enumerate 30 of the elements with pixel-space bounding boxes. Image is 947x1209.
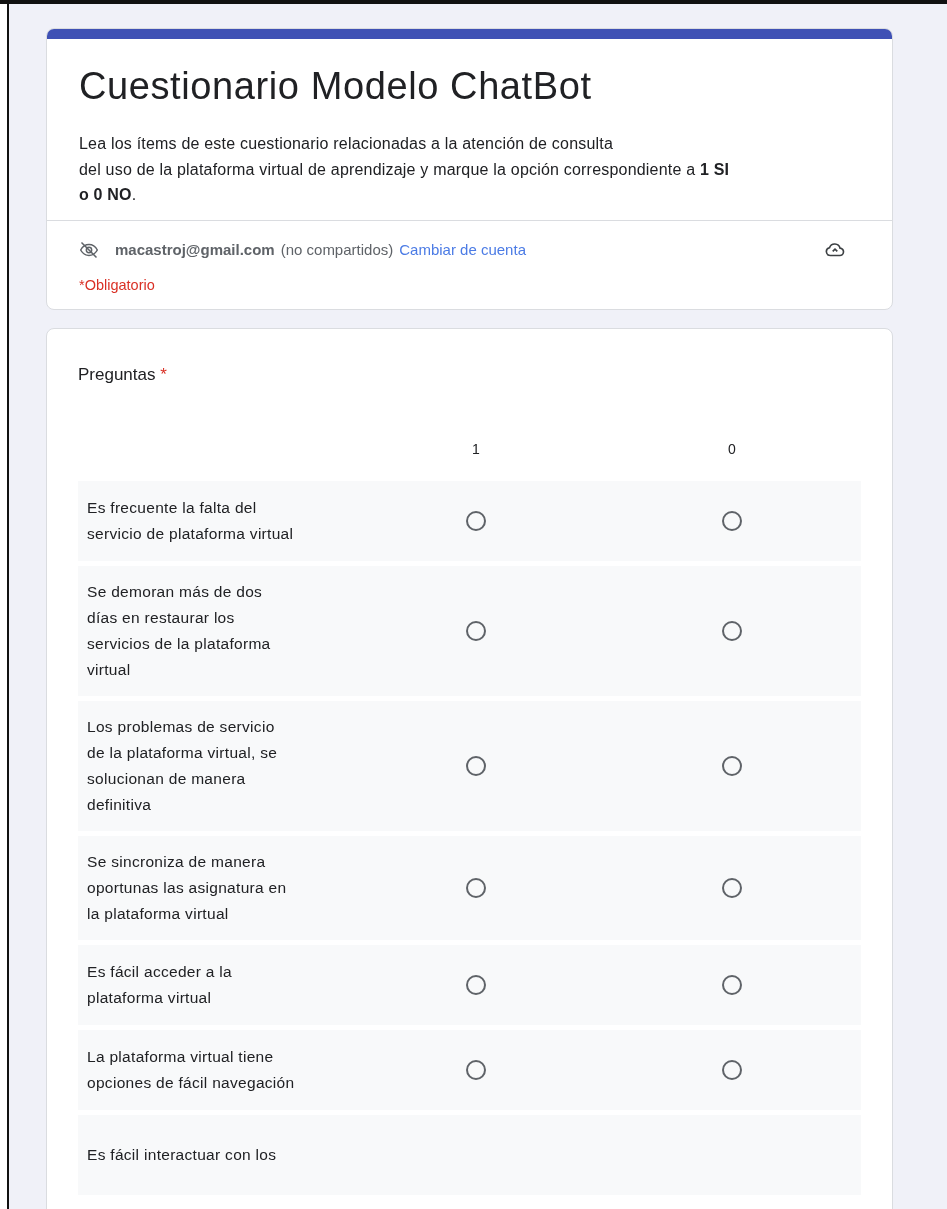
sharing-note: (no compartidos) [280,241,394,258]
row-label: Es frecuente la falta del servicio de plataforma virtual [86,497,295,544]
question-title: Preguntas [78,364,156,384]
radio-button[interactable] [722,974,742,995]
radio-button[interactable] [722,1059,742,1080]
radio-button[interactable] [722,877,742,898]
required-note: *Obligatorio [79,276,156,293]
row-label: Los problemas de servicio de la plataforma virtual, se solucionan de manera definitiva [86,716,279,815]
required-mark: * [160,364,167,384]
row-label: Se sincroniza de manera oportunas las asignatura en la plataforma virtual [86,851,288,924]
radio-button[interactable] [466,974,486,995]
row-label: Es fácil acceder a la plataforma virtual [86,961,233,1008]
radio-button[interactable] [466,510,486,531]
form-description: Lea los ítems de este cuestionario relacionadas a la atención de consulta del uso de la plataforma virtual de aprendizaje y marque la opción correspondiente a 1 SI o 0 NO. [79,134,731,205]
form-title: Cuestionario Modelo ChatBot [79,64,593,109]
radio-button[interactable] [466,620,486,641]
row-label: Es fácil interactuar con los [86,1144,278,1165]
switch-account-link[interactable]: Cambiar de cuenta [399,241,526,258]
radio-button[interactable] [722,510,742,531]
radio-button[interactable] [466,877,486,898]
account-email: macastroj@gmail.com [115,241,275,258]
column-header: 1 [472,440,480,457]
radio-button[interactable] [466,1059,486,1080]
column-header: 0 [728,440,736,457]
hidden-eye-icon [79,239,99,260]
radio-button[interactable] [466,755,486,776]
row-label: La plataforma virtual tiene opciones de fácil navegación [86,1046,296,1093]
radio-button[interactable] [722,755,742,776]
radio-button[interactable] [722,620,742,641]
row-label: Se demoran más de dos días en restaurar los servicios de la plataforma virtual [86,581,272,680]
